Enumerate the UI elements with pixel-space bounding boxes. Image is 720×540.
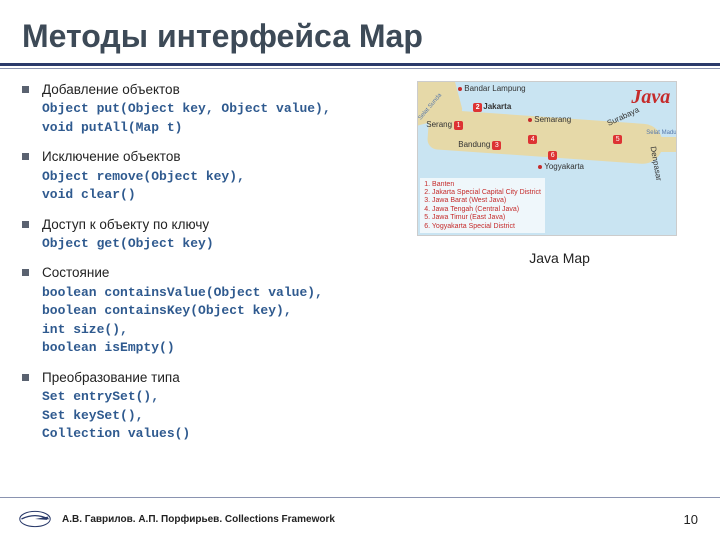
footer-rule: [0, 497, 720, 498]
page-number: 10: [684, 512, 698, 527]
footer-logo-icon: [18, 508, 52, 530]
java-map-image: Java Bandar Lampung 2Jakarta Serang1 Sem…: [417, 81, 677, 236]
slide-title: Методы интерфейса Map: [0, 0, 720, 63]
method-list: Добавление объектов Object put(Object ke…: [22, 81, 407, 455]
code-line: Object put(Object key, Object value): [42, 101, 323, 116]
city-label: 2Jakarta: [473, 102, 511, 112]
code-line: int size(): [42, 322, 120, 337]
map-legend: 1. Banten 2. Jakarta Special Capital Cit…: [420, 178, 545, 233]
code-line: void putAll(Map t): [42, 120, 182, 135]
city-label: 5: [613, 134, 623, 144]
list-item: Добавление объектов Object put(Object ke…: [22, 81, 407, 136]
city-label: 6: [548, 150, 558, 160]
code-line: Object get(Object key): [42, 236, 214, 251]
code-line: boolean isEmpty(): [42, 340, 175, 355]
list-item: Доступ к объекту по ключу Object get(Obj…: [22, 216, 407, 253]
code-line: boolean containsValue(Object value): [42, 285, 315, 300]
item-label: Доступ к объекту по ключу: [42, 217, 209, 232]
content-area: Добавление объектов Object put(Object ke…: [0, 81, 720, 455]
code-line: Collection values(): [42, 426, 190, 441]
city-label: Yogyakarta: [538, 162, 584, 171]
list-item: Состояние boolean containsValue(Object v…: [22, 264, 407, 356]
code-line: Set keySet(): [42, 408, 136, 423]
item-label: Преобразование типа: [42, 370, 180, 385]
item-label: Добавление объектов: [42, 82, 180, 97]
city-label: Semarang: [528, 115, 571, 124]
code-line: Object remove(Object key): [42, 169, 237, 184]
illustration-column: Java Bandar Lampung 2Jakarta Serang1 Sem…: [407, 81, 702, 455]
item-label: Состояние: [42, 265, 109, 280]
title-rule-thick: [0, 63, 720, 66]
city-label: Serang1: [426, 120, 464, 130]
city-label: Bandung3: [458, 140, 502, 150]
item-label: Исключение объектов: [42, 149, 181, 164]
sea-label: Selat Madura: [646, 130, 677, 136]
footer-text: А.В. Гаврилов. А.П. Порфирьев. Collectio…: [62, 514, 335, 525]
city-label: Bandar Lampung: [458, 84, 525, 93]
list-item: Преобразование типа Set entrySet(), Set …: [22, 369, 407, 443]
code-line: boolean containsKey(Object key): [42, 303, 284, 318]
city-label: 4: [528, 134, 538, 144]
title-rule-thin: [0, 68, 720, 69]
image-caption: Java Map: [417, 250, 702, 266]
code-line: void clear(): [42, 187, 136, 202]
list-item: Исключение объектов Object remove(Object…: [22, 148, 407, 203]
footer: А.В. Гаврилов. А.П. Порфирьев. Collectio…: [18, 508, 698, 530]
code-line: Set entrySet(): [42, 389, 151, 404]
